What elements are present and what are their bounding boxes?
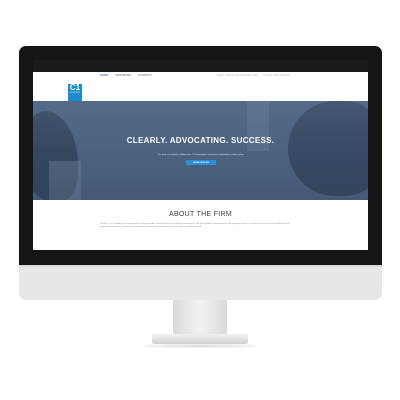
hero-title: CLEARLY. ADVOCATING. SUCCESS. (126, 136, 275, 145)
about-title: ABOUT THE FIRM (168, 211, 233, 218)
about-text: Clearly C1 is a leading firm comprised o… (100, 223, 290, 228)
monitor-chin (19, 265, 382, 300)
hero-banner: CLEARLY. ADVOCATING. SUCCESS. The team c… (33, 101, 368, 200)
nav-menu: HOME PARTNERS CONTACT (100, 74, 152, 77)
monitor-stand-base (152, 334, 248, 344)
stand-shadow (144, 344, 256, 348)
logo-subtext: ADVOCATES (70, 93, 80, 94)
nav-item-contact[interactable]: CONTACT (138, 74, 152, 77)
nav-item-home[interactable]: HOME (100, 74, 109, 77)
contact-email[interactable]: EMAIL: INFO@C1ADVOCATES.COM (217, 74, 258, 77)
hero-cta-button[interactable]: WORK WITH US (186, 160, 216, 165)
chin-edge (19, 265, 382, 267)
site-logo[interactable]: C1 ADVOCATES (68, 84, 82, 101)
navbar (33, 72, 368, 80)
nav-item-partners[interactable]: PARTNERS (116, 74, 132, 77)
monitor-stand-neck (173, 300, 227, 334)
top-bar (33, 60, 368, 72)
hero-subtitle: The team consultants at Advocates C1 bri… (157, 154, 244, 156)
hero-overlay (33, 101, 368, 200)
logo-text: C1 (69, 83, 81, 92)
contact-info: EMAIL: INFO@C1ADVOCATES.COM PHONE: (000)… (217, 74, 290, 77)
contact-phone[interactable]: PHONE: (000) 000-0000 (264, 74, 290, 77)
